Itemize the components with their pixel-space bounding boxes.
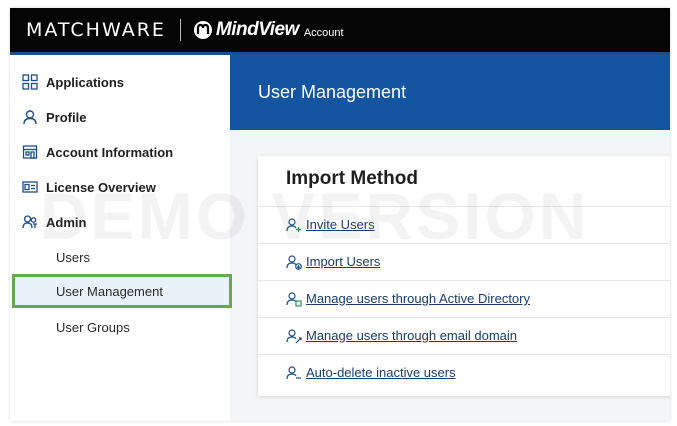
option-row-email-domain: Manage users through email domain bbox=[258, 317, 670, 353]
product-subtitle: Account bbox=[303, 26, 344, 39]
page-header: User Management bbox=[230, 55, 670, 130]
email-domain-link[interactable]: Manage users through email domain bbox=[306, 328, 517, 343]
sidebar-item-license-overview[interactable]: License Overview bbox=[10, 172, 230, 202]
sidebar-item-label: Applications bbox=[46, 74, 125, 90]
logo-divider bbox=[179, 19, 181, 41]
option-row-auto-delete: Auto-delete inactive users bbox=[258, 354, 670, 390]
apps-grid-icon bbox=[22, 74, 38, 90]
sidebar-item-label: Account Information bbox=[46, 144, 174, 160]
sidebar-item-label: Admin bbox=[46, 214, 87, 230]
page-title: User Management bbox=[258, 82, 407, 102]
invite-user-icon bbox=[286, 217, 302, 233]
admin-users-icon bbox=[22, 214, 38, 230]
card-title: Import Method bbox=[286, 168, 418, 189]
sidebar-subitem-user-groups[interactable]: User Groups bbox=[10, 312, 230, 342]
app-window: MATCHWARE MindView Account Applications bbox=[10, 8, 670, 421]
sidebar-item-admin[interactable]: Admin bbox=[10, 207, 230, 237]
sidebar-item-profile[interactable]: Profile bbox=[10, 102, 230, 132]
top-bar: MATCHWARE MindView Account bbox=[10, 8, 670, 52]
sidebar-subitem-label: User Management bbox=[56, 283, 163, 299]
email-user-icon bbox=[286, 328, 302, 344]
sidebar-item-account-information[interactable]: Account Information bbox=[10, 137, 230, 167]
user-icon bbox=[22, 109, 38, 125]
active-directory-link[interactable]: Manage users through Active Directory bbox=[306, 291, 530, 306]
option-row-import-users: Import Users bbox=[258, 243, 670, 279]
directory-user-icon bbox=[286, 291, 302, 307]
auto-delete-link[interactable]: Auto-delete inactive users bbox=[306, 365, 456, 380]
import-method-card: Import Method Invite Users Import Users bbox=[258, 156, 670, 396]
import-user-icon bbox=[286, 254, 302, 270]
building-icon bbox=[22, 144, 38, 160]
invite-users-link[interactable]: Invite Users bbox=[306, 217, 375, 232]
sidebar-subitem-label: User Groups bbox=[56, 319, 130, 335]
matchware-logo[interactable]: MATCHWARE bbox=[26, 19, 166, 41]
mindview-logo[interactable]: MindView Account bbox=[193, 19, 344, 41]
sidebar-subitem-user-management[interactable]: User Management bbox=[12, 274, 232, 308]
option-row-invite-users: Invite Users bbox=[258, 206, 670, 242]
import-users-link[interactable]: Import Users bbox=[306, 254, 380, 269]
sidebar-item-label: Profile bbox=[46, 109, 87, 125]
option-row-active-directory: Manage users through Active Directory bbox=[258, 280, 670, 316]
sidebar-item-applications[interactable]: Applications bbox=[10, 67, 230, 97]
product-name: MindView bbox=[215, 19, 299, 40]
sidebar: Applications Profile Account Information bbox=[10, 55, 232, 421]
id-card-icon bbox=[22, 179, 38, 195]
sidebar-item-label: License Overview bbox=[46, 179, 156, 195]
mindview-logo-icon bbox=[193, 21, 212, 39]
sidebar-subitem-users[interactable]: Users bbox=[10, 242, 230, 272]
sidebar-subitem-label: Users bbox=[56, 249, 90, 265]
delete-user-icon bbox=[286, 365, 302, 381]
